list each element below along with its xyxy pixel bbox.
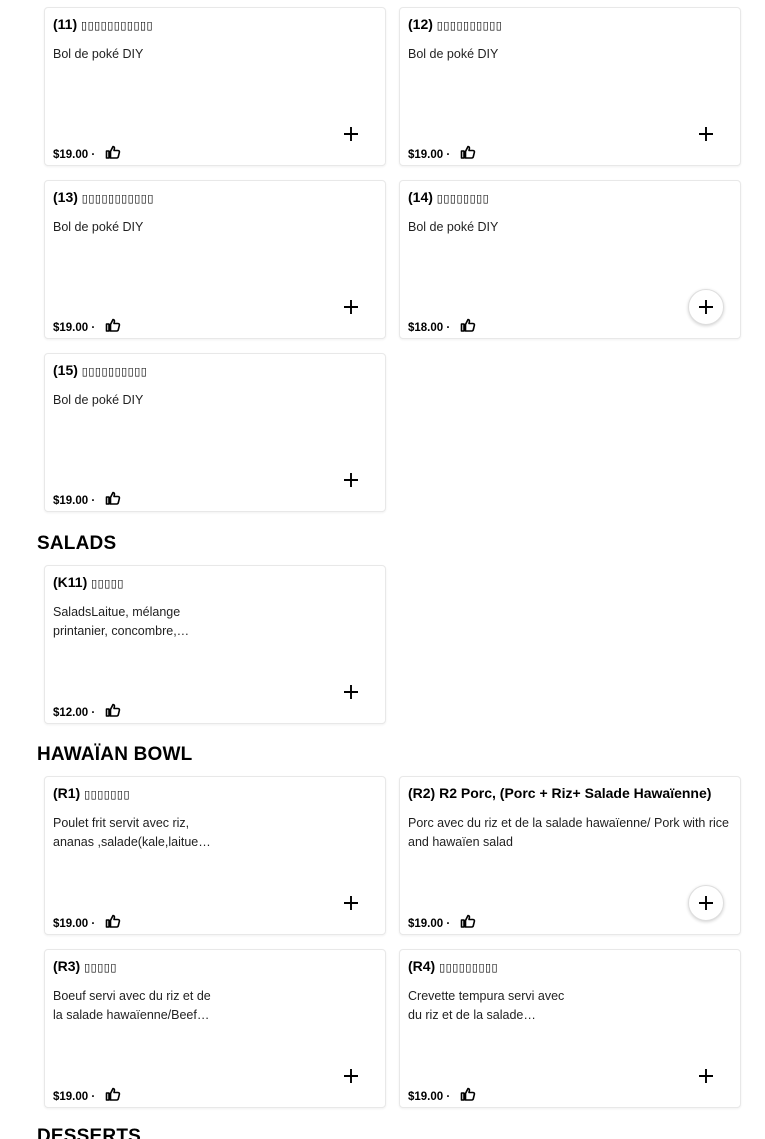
- item-price: $19.00 ·: [53, 1091, 96, 1103]
- item-price: $19.00 ·: [408, 149, 451, 161]
- plus-icon: [343, 126, 359, 142]
- item-price: $19.00 ·: [53, 149, 96, 161]
- item-description: SaladsLaitue, mélange printanier, concom…: [53, 605, 190, 638]
- item-price: $19.00 ·: [53, 918, 96, 930]
- item-title: (13) ▯▯▯▯▯▯▯▯▯▯▯: [53, 189, 154, 205]
- add-to-cart-button[interactable]: [688, 1058, 724, 1094]
- menu-item-card[interactable]: (R3) ▯▯▯▯▯ Boeuf servi avec du riz et de…: [44, 949, 386, 1108]
- thumbs-up-icon[interactable]: [460, 913, 476, 929]
- item-title: (R4) ▯▯▯▯▯▯▯▯▯: [408, 958, 499, 974]
- plus-icon: [343, 1068, 359, 1084]
- plus-icon: [343, 299, 359, 315]
- add-to-cart-button[interactable]: [333, 885, 369, 921]
- item-title: (R3) ▯▯▯▯▯: [53, 958, 117, 974]
- item-title: (15) ▯▯▯▯▯▯▯▯▯▯: [53, 362, 148, 378]
- item-title: (R2) R2 Porc, (Porc + Riz+ Salade Hawaïe…: [408, 785, 712, 801]
- add-to-cart-button[interactable]: [333, 462, 369, 498]
- plus-icon: [698, 1068, 714, 1084]
- thumbs-up-icon[interactable]: [460, 144, 476, 160]
- item-price: $18.00 ·: [408, 322, 451, 334]
- item-description: Bol de poké DIY: [408, 220, 499, 234]
- section-title-salads: SALADS: [37, 533, 117, 554]
- item-description: Bol de poké DIY: [408, 47, 499, 61]
- plus-icon: [698, 895, 714, 911]
- thumbs-up-icon[interactable]: [105, 144, 121, 160]
- item-price: $19.00 ·: [408, 918, 451, 930]
- add-to-cart-button[interactable]: [688, 289, 724, 325]
- thumbs-up-icon[interactable]: [105, 1086, 121, 1102]
- add-to-cart-button[interactable]: [333, 116, 369, 152]
- item-description: Crevette tempura servi avec du riz et de…: [408, 989, 565, 1022]
- thumbs-up-icon[interactable]: [105, 702, 121, 718]
- item-title: (R1) ▯▯▯▯▯▯▯: [53, 785, 130, 801]
- menu-item-card[interactable]: (R1) ▯▯▯▯▯▯▯ Poulet frit servit avec riz…: [44, 776, 386, 935]
- item-description: Bol de poké DIY: [53, 47, 144, 61]
- item-title: (K11) ▯▯▯▯▯: [53, 574, 124, 590]
- add-to-cart-button[interactable]: [333, 1058, 369, 1094]
- thumbs-up-icon[interactable]: [105, 490, 121, 506]
- add-to-cart-button[interactable]: [688, 116, 724, 152]
- thumbs-up-icon[interactable]: [460, 1086, 476, 1102]
- menu-item-card[interactable]: (13) ▯▯▯▯▯▯▯▯▯▯▯ Bol de poké DIY $19.00 …: [44, 180, 386, 339]
- item-description: Boeuf servi avec du riz et de la salade …: [53, 989, 211, 1022]
- menu-item-card[interactable]: (R4) ▯▯▯▯▯▯▯▯▯ Crevette tempura servi av…: [399, 949, 741, 1108]
- menu-item-card[interactable]: (14) ▯▯▯▯▯▯▯▯ Bol de poké DIY $18.00 ·: [399, 180, 741, 339]
- plus-icon: [343, 472, 359, 488]
- section-title-hawaian-bowl: HAWAÏAN BOWL: [37, 744, 193, 765]
- item-title: (11) ▯▯▯▯▯▯▯▯▯▯▯: [53, 16, 154, 32]
- plus-icon: [698, 299, 714, 315]
- menu-item-card[interactable]: (R2) R2 Porc, (Porc + Riz+ Salade Hawaïe…: [399, 776, 741, 935]
- menu-item-card[interactable]: (K11) ▯▯▯▯▯ SaladsLaitue, mélange printa…: [44, 565, 386, 724]
- plus-icon: [343, 895, 359, 911]
- item-title: (12) ▯▯▯▯▯▯▯▯▯▯: [408, 16, 503, 32]
- thumbs-up-icon[interactable]: [105, 317, 121, 333]
- item-description: Porc avec du riz et de la salade hawaïen…: [408, 816, 730, 849]
- item-price: $19.00 ·: [53, 495, 96, 507]
- item-description: Bol de poké DIY: [53, 393, 144, 407]
- thumbs-up-icon[interactable]: [105, 913, 121, 929]
- item-price: $12.00 ·: [53, 707, 96, 719]
- menu-item-card[interactable]: (12) ▯▯▯▯▯▯▯▯▯▯ Bol de poké DIY $19.00 ·: [399, 7, 741, 166]
- item-description: Poulet frit servit avec riz, ananas ,sal…: [53, 816, 211, 849]
- plus-icon: [343, 684, 359, 700]
- thumbs-up-icon[interactable]: [460, 317, 476, 333]
- item-price: $19.00 ·: [408, 1091, 451, 1103]
- plus-icon: [698, 126, 714, 142]
- add-to-cart-button[interactable]: [333, 289, 369, 325]
- menu-item-card[interactable]: (15) ▯▯▯▯▯▯▯▯▯▯ Bol de poké DIY $19.00 ·: [44, 353, 386, 512]
- menu-item-card[interactable]: (11) ▯▯▯▯▯▯▯▯▯▯▯ Bol de poké DIY $19.00 …: [44, 7, 386, 166]
- add-to-cart-button[interactable]: [333, 674, 369, 710]
- item-price: $19.00 ·: [53, 322, 96, 334]
- add-to-cart-button[interactable]: [688, 885, 724, 921]
- item-description: Bol de poké DIY: [53, 220, 144, 234]
- section-title-desserts: DESSERTS: [37, 1126, 142, 1139]
- item-title: (14) ▯▯▯▯▯▯▯▯: [408, 189, 490, 205]
